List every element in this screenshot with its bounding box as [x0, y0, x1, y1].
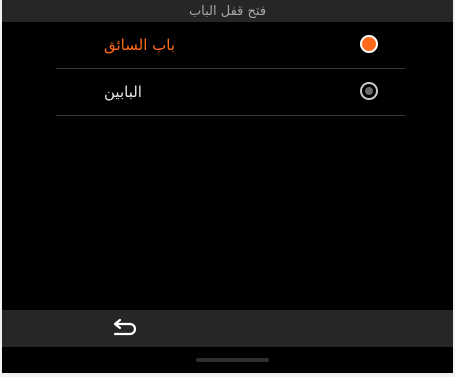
page-title: فتح قفل الباب — [188, 3, 267, 19]
bottom-bar — [2, 310, 453, 347]
back-button[interactable] — [104, 316, 144, 342]
radio-driver-door[interactable] — [360, 35, 378, 53]
back-return-icon — [113, 319, 137, 336]
option-driver-door[interactable]: باب السائق — [56, 22, 405, 69]
option-label-driver-door: باب السائق — [104, 36, 176, 54]
drag-handle[interactable] — [196, 358, 269, 362]
screen: فتح قفل الباب باب السائق البابين — [2, 0, 453, 373]
gesture-area — [2, 347, 453, 373]
option-both-doors[interactable]: البابين — [56, 69, 405, 116]
radio-both-doors[interactable] — [360, 82, 378, 100]
option-label-both-doors: البابين — [104, 83, 142, 101]
title-bar: فتح قفل الباب — [2, 0, 453, 22]
